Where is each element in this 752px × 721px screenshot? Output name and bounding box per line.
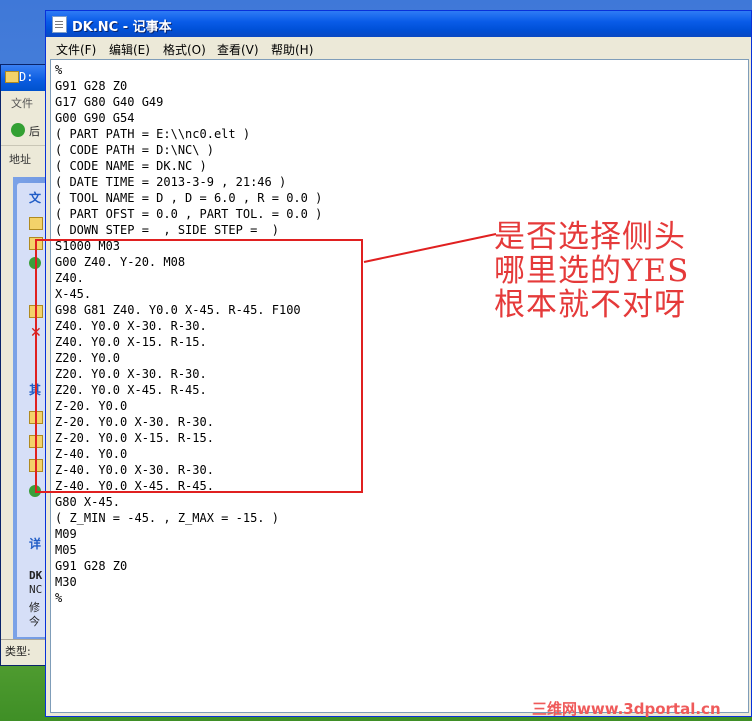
file-tasks-heading[interactable]: 文 (29, 189, 41, 206)
notepad-titlebar[interactable]: DK.NC - 记事本 (46, 11, 751, 37)
code-line[interactable]: ( DOWN STEP = , SIDE STEP = ) (55, 222, 322, 238)
notepad-icon (52, 16, 67, 33)
code-line[interactable]: M09 (55, 526, 322, 542)
annotation-line: 哪里选的YES (494, 253, 690, 289)
annotation-line: 根本就不对呀 (494, 287, 686, 323)
menu-edit[interactable]: 编辑(E) (109, 41, 150, 58)
code-line[interactable]: % (55, 62, 322, 78)
details-heading[interactable]: 详 (29, 535, 41, 552)
menu-help[interactable]: 帮助(H) (271, 41, 313, 58)
status-type-label: 类型: (5, 645, 31, 658)
explorer-title: D: (19, 70, 34, 84)
detail-file-type: NC (29, 583, 43, 596)
menu-view[interactable]: 查看(V) (217, 41, 259, 58)
code-line[interactable]: G91 G28 Z0 (55, 78, 322, 94)
annotation-line: 是否选择侧头 (494, 219, 686, 255)
code-line[interactable]: G17 G80 G40 G49 (55, 94, 322, 110)
folder-icon (5, 71, 19, 83)
back-button-label[interactable]: 后 (29, 123, 40, 139)
detail-file-name: DK (29, 569, 43, 582)
back-arrow-icon[interactable] (11, 123, 25, 137)
code-line[interactable]: ( Z_MIN = -45. , Z_MAX = -15. ) (55, 510, 322, 526)
code-line[interactable]: G80 X-45. (55, 494, 322, 510)
code-line[interactable]: ( DATE TIME = 2013-3-9 , 21:46 ) (55, 174, 322, 190)
code-line[interactable]: M30 (55, 574, 322, 590)
menu-file[interactable]: 文件(F) (56, 41, 96, 58)
notepad-title: DK.NC - 记事本 (72, 20, 172, 35)
notepad-menubar: 文件(F) 编辑(E) 格式(O) 查看(V) 帮助(H) (46, 37, 751, 59)
annotation-pointer-line (363, 233, 497, 263)
code-line[interactable]: ( CODE NAME = DK.NC ) (55, 158, 322, 174)
annotation-highlight-box (35, 239, 363, 493)
detail-today: 今 (29, 615, 40, 628)
code-line[interactable]: ( PART PATH = E:\\nc0.elt ) (55, 126, 322, 142)
code-line[interactable]: G91 G28 Z0 (55, 558, 322, 574)
annotation-text: 是否选择侧头 哪里选的YES 根本就不对呀 (494, 220, 689, 322)
code-line[interactable]: ( PART OFST = 0.0 , PART TOL. = 0.0 ) (55, 206, 322, 222)
explorer-menu-file[interactable]: 文件 (11, 95, 33, 111)
code-line[interactable]: M05 (55, 542, 322, 558)
code-line[interactable]: ( TOOL NAME = D , D = 6.0 , R = 0.0 ) (55, 190, 322, 206)
code-line[interactable]: ( CODE PATH = D:\NC\ ) (55, 142, 322, 158)
watermark: 三维网www.3dportal.cn (532, 700, 721, 718)
folder-icon[interactable] (29, 217, 43, 230)
address-label: 地址 (9, 153, 31, 166)
menu-format[interactable]: 格式(O) (163, 41, 206, 58)
code-line[interactable]: % (55, 590, 322, 606)
code-line[interactable]: G00 G90 G54 (55, 110, 322, 126)
